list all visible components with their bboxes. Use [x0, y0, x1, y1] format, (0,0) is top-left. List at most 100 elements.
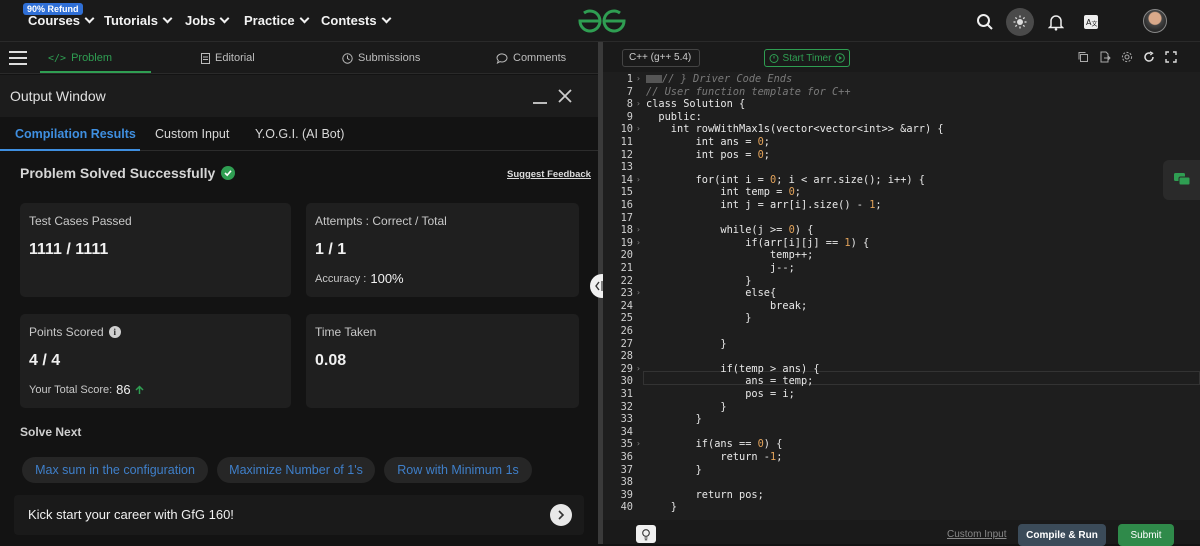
code-line[interactable]: 15 int temp = 0;	[603, 186, 1200, 199]
code-line[interactable]: 22 }	[603, 275, 1200, 288]
code-line[interactable]: 7 // User function template for C++	[603, 86, 1200, 99]
code-line[interactable]: 1 › // } Driver Code Ends	[603, 73, 1200, 86]
tab-comments[interactable]: Comments	[496, 52, 566, 64]
tab-compilation-results[interactable]: Compilation Results	[15, 127, 136, 141]
code-text: for(int i = 0; i < arr.size(); i++) {	[646, 173, 925, 186]
fold-chevron-icon[interactable]: ›	[636, 123, 641, 136]
code-line[interactable]: 18 › while(j >= 0) {	[603, 224, 1200, 237]
line-number: 39	[620, 488, 633, 501]
code-line[interactable]: 12 int pos = 0;	[603, 149, 1200, 162]
minimize-icon[interactable]	[533, 102, 547, 104]
search-icon[interactable]	[972, 9, 998, 35]
chat-icon[interactable]	[1163, 160, 1200, 200]
code-line[interactable]: 16 int j = arr[i].size() - 1;	[603, 199, 1200, 212]
code-line[interactable]: 39 return pos;	[603, 489, 1200, 502]
code-line[interactable]: 8 › class Solution {	[603, 98, 1200, 111]
code-line[interactable]: 38	[603, 476, 1200, 489]
custom-input-link[interactable]: Custom Input	[947, 529, 1006, 540]
nav-jobs[interactable]: Jobs	[185, 13, 230, 28]
code-line[interactable]: 14 › for(int i = 0; i < arr.size(); i++) …	[603, 174, 1200, 187]
fold-chevron-icon[interactable]: ›	[636, 174, 641, 187]
code-line[interactable]: 33 }	[603, 413, 1200, 426]
copy-icon[interactable]	[1077, 51, 1089, 63]
code-icon: </>	[48, 52, 67, 64]
code-line[interactable]: 34	[603, 426, 1200, 439]
solve-next-chip[interactable]: Maximize Number of 1's	[217, 457, 375, 483]
check-circle-icon	[221, 166, 236, 180]
line-number: 24	[620, 299, 633, 312]
nav-practice[interactable]: Practice	[244, 13, 310, 28]
fold-chevron-icon[interactable]: ›	[636, 98, 641, 111]
nav-tutorials[interactable]: Tutorials	[104, 13, 173, 28]
fold-chevron-icon[interactable]: ›	[636, 438, 641, 451]
code-line[interactable]: 24 break;	[603, 300, 1200, 313]
info-icon[interactable]: i	[108, 326, 121, 338]
submit-button[interactable]: Submit	[1118, 524, 1174, 546]
code-text: }	[646, 400, 727, 413]
code-line[interactable]: 29 › if(temp > ans) {	[603, 363, 1200, 376]
bell-icon[interactable]	[1043, 9, 1069, 35]
code-line[interactable]: 17	[603, 212, 1200, 225]
menu-icon[interactable]	[9, 51, 27, 65]
code-text: class Solution {	[646, 98, 746, 111]
settings-icon[interactable]	[1121, 51, 1133, 63]
gfg-logo[interactable]	[576, 8, 628, 34]
problem-tabbar: </> Problem Editorial Submissions Commen…	[0, 42, 598, 74]
theme-toggle-icon[interactable]	[1006, 8, 1034, 36]
fold-chevron-icon[interactable]: ›	[636, 73, 641, 86]
code-line[interactable]: 32 }	[603, 401, 1200, 414]
code-text: public:	[646, 110, 702, 123]
solve-next-chip[interactable]: Row with Minimum 1s	[384, 457, 532, 483]
chevron-right-icon[interactable]	[550, 504, 572, 526]
code-line[interactable]: 30 ans = temp;	[603, 375, 1200, 388]
line-number: 12	[620, 148, 633, 161]
fold-chevron-icon[interactable]: ›	[636, 363, 641, 376]
code-line[interactable]: 9 public:	[603, 111, 1200, 124]
translate-icon[interactable]: A文	[1078, 9, 1104, 35]
reset-icon[interactable]	[1143, 51, 1155, 63]
code-line[interactable]: 13	[603, 161, 1200, 174]
tab-submissions[interactable]: Submissions	[342, 52, 420, 64]
compile-run-button[interactable]: Compile & Run	[1018, 524, 1106, 546]
code-line[interactable]: 23 › else{	[603, 287, 1200, 300]
fold-chevron-icon[interactable]: ›	[636, 224, 641, 237]
line-number: 23	[620, 287, 633, 300]
card-label: Time Taken	[315, 325, 377, 339]
code-line[interactable]: 40 }	[603, 501, 1200, 514]
fullscreen-icon[interactable]	[1165, 51, 1177, 63]
code-line[interactable]: 25 }	[603, 312, 1200, 325]
code-editor[interactable]: 1 ›// } Driver Code Ends 7// User function…	[603, 73, 1200, 519]
fold-chevron-icon[interactable]: ›	[636, 237, 641, 250]
language-select[interactable]: C++ (g++ 5.4)	[622, 49, 700, 67]
code-line[interactable]: 31 pos = i;	[603, 388, 1200, 401]
tab-problem[interactable]: </> Problem	[48, 52, 112, 64]
code-line[interactable]: 21 j--;	[603, 262, 1200, 275]
code-line[interactable]: 11 int ans = 0;	[603, 136, 1200, 149]
code-line[interactable]: 35 › if(ans == 0) {	[603, 438, 1200, 451]
suggest-feedback-link[interactable]: Suggest Feedback	[507, 169, 591, 180]
lightbulb-icon[interactable]	[636, 525, 656, 543]
tab-yogi-ai-bot[interactable]: Y.O.G.I. (AI Bot)	[255, 127, 344, 141]
gfg160-banner[interactable]: Kick start your career with GfG 160!	[14, 495, 584, 535]
code-line[interactable]: 19 › if(arr[i][j] == 1) {	[603, 237, 1200, 250]
nav-courses[interactable]: Courses	[28, 13, 95, 28]
solve-next-chip[interactable]: Max sum in the configuration	[22, 457, 208, 483]
code-line[interactable]: 28	[603, 350, 1200, 363]
close-icon[interactable]	[557, 88, 573, 104]
chevron-down-icon	[299, 13, 310, 24]
nav-contests[interactable]: Contests	[321, 13, 392, 28]
tab-editorial[interactable]: Editorial	[201, 52, 255, 64]
code-line[interactable]: 10 › int rowWithMax1s(vector<vector<int>>…	[603, 123, 1200, 136]
code-line[interactable]: 37 }	[603, 464, 1200, 477]
tab-custom-input[interactable]: Custom Input	[155, 127, 229, 141]
file-export-icon[interactable]	[1099, 51, 1111, 63]
points-value: 4 / 4	[29, 352, 61, 369]
code-text: break;	[646, 299, 808, 312]
code-line[interactable]: 27 }	[603, 338, 1200, 351]
avatar[interactable]	[1143, 9, 1167, 33]
code-line[interactable]: 20 temp++;	[603, 249, 1200, 262]
code-line[interactable]: 36 return -1;	[603, 451, 1200, 464]
start-timer-button[interactable]: Start Timer	[764, 49, 850, 67]
fold-chevron-icon[interactable]: ›	[636, 287, 641, 300]
code-line[interactable]: 26	[603, 325, 1200, 338]
